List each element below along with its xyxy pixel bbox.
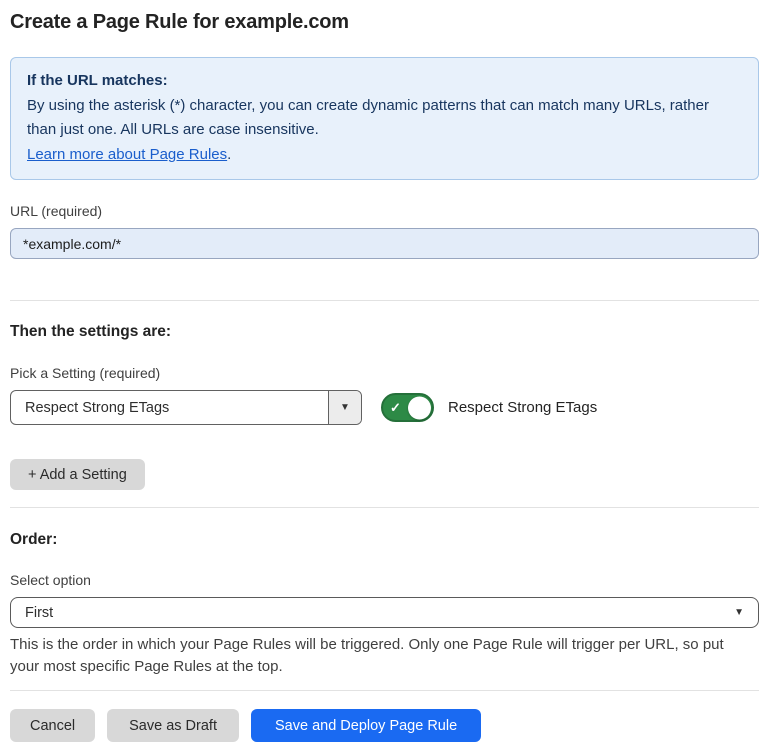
form-actions: Cancel Save as Draft Save and Deploy Pag…: [10, 709, 759, 742]
info-box-heading: If the URL matches:: [27, 69, 742, 94]
info-box-link-line: Learn more about Page Rules.: [27, 143, 742, 168]
save-draft-button[interactable]: Save as Draft: [107, 709, 239, 742]
url-matches-info-box: If the URL matches: By using the asteris…: [10, 57, 759, 180]
setting-select[interactable]: Respect Strong ETags ▼: [10, 390, 362, 425]
order-select-value: First: [25, 605, 734, 621]
order-help-text: This is the order in which your Page Rul…: [10, 634, 755, 677]
etags-toggle-group: ✓ Respect Strong ETags: [381, 393, 597, 422]
order-select[interactable]: First ▼: [10, 597, 759, 628]
add-setting-button[interactable]: + Add a Setting: [10, 459, 145, 490]
check-icon: ✓: [390, 401, 401, 414]
info-box-body: By using the asterisk (*) character, you…: [27, 94, 742, 143]
cancel-button[interactable]: Cancel: [10, 709, 95, 742]
url-input[interactable]: [10, 228, 759, 259]
etags-toggle[interactable]: ✓: [381, 393, 434, 422]
chevron-down-icon: ▼: [734, 607, 744, 618]
section-divider: [10, 300, 759, 301]
etags-toggle-label: Respect Strong ETags: [448, 399, 597, 416]
setting-select-value: Respect Strong ETags: [11, 391, 328, 424]
settings-section-heading: Then the settings are:: [10, 322, 759, 341]
setting-select-arrow-segment[interactable]: ▼: [328, 391, 361, 424]
order-select-label: Select option: [10, 572, 759, 589]
learn-more-link[interactable]: Learn more about Page Rules: [27, 146, 227, 163]
create-page-rule-form: Create a Page Rule for example.com If th…: [0, 0, 769, 742]
section-divider: [10, 507, 759, 508]
save-deploy-button[interactable]: Save and Deploy Page Rule: [251, 709, 481, 742]
footer-divider: [10, 690, 759, 691]
chevron-down-icon: ▼: [340, 402, 350, 413]
toggle-knob: [408, 396, 431, 419]
url-field-label: URL (required): [10, 203, 759, 220]
page-title: Create a Page Rule for example.com: [10, 10, 759, 34]
link-suffix-period: .: [227, 146, 231, 163]
order-section-heading: Order:: [10, 530, 759, 549]
setting-row: Respect Strong ETags ▼ ✓ Respect Strong …: [10, 390, 759, 425]
pick-setting-label: Pick a Setting (required): [10, 365, 759, 382]
